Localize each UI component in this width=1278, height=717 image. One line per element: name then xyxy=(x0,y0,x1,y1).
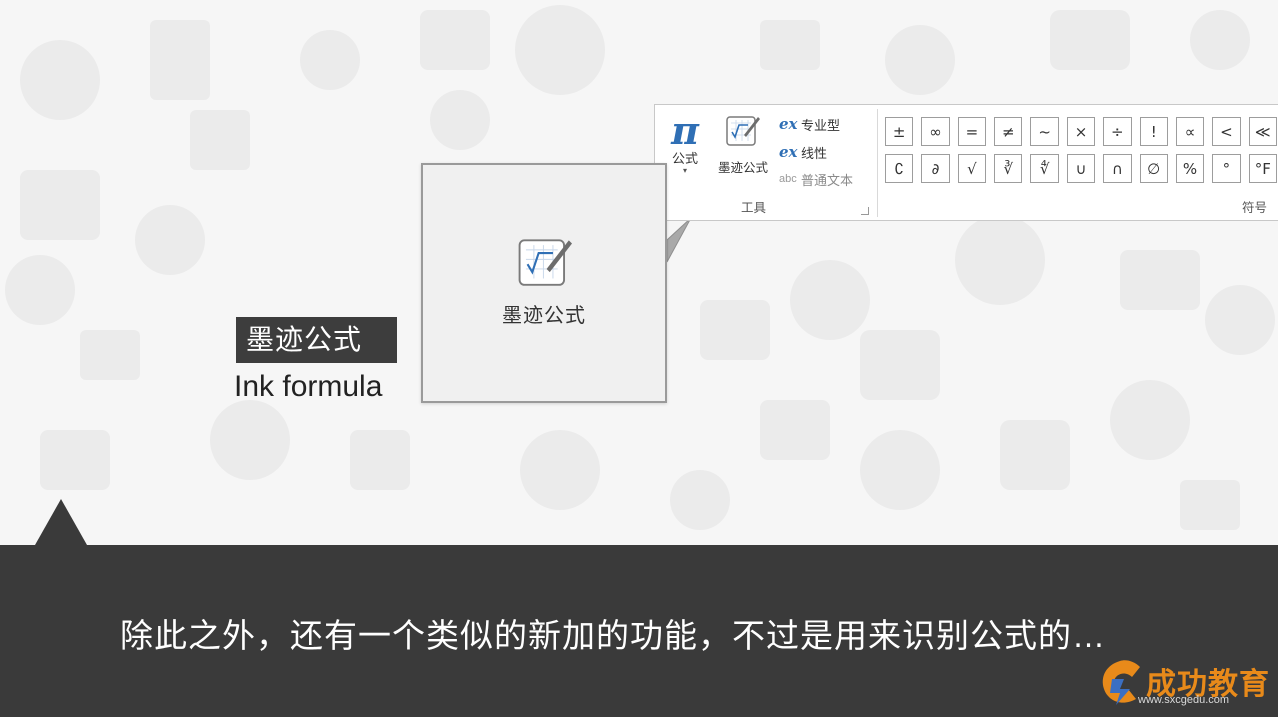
dialog-launcher-icon[interactable] xyxy=(861,207,869,215)
symbol-button[interactable]: < xyxy=(1212,117,1241,146)
ink-equation-label: 墨迹公式 xyxy=(717,161,768,175)
symbol-button[interactable]: °F xyxy=(1248,154,1277,183)
linear-label: 线性 xyxy=(801,145,828,161)
symbol-button[interactable]: ∅ xyxy=(1139,154,1168,183)
abc-icon: abc xyxy=(779,173,797,185)
linear-option[interactable]: ex 线性 xyxy=(779,141,827,163)
symbol-button[interactable]: ∂ xyxy=(921,154,950,183)
subtitle-bar: 除此之外，还有一个类似的新加的功能，不过是用来识别公式的… 成功教育 www.s… xyxy=(0,545,1278,717)
professional-format-icon: ex xyxy=(779,115,798,133)
symbols-row-2: ∁ ∂ √ ∛ ∜ ∪ ∩ ∅% ° °F xyxy=(885,154,1278,185)
chinese-caption: 墨迹公式 xyxy=(236,317,397,363)
symbol-button[interactable]: ∞ xyxy=(921,117,950,146)
symbols-group-title: 符号 xyxy=(1242,201,1268,215)
ink-equation-icon xyxy=(726,116,760,146)
symbol-button[interactable]: √ xyxy=(957,154,987,183)
symbol-button[interactable]: ± xyxy=(885,117,914,146)
linear-format-icon: ex xyxy=(779,143,798,161)
symbol-button[interactable]: ∛ xyxy=(994,154,1023,183)
bar-pointer xyxy=(35,499,87,545)
symbol-button[interactable]: ≪ xyxy=(1248,117,1277,146)
professional-option[interactable]: ex 专业型 xyxy=(779,113,840,135)
tools-group-title: 工具 xyxy=(741,201,767,215)
tools-group: π 公式 ▾ 墨迹公式 ex 专业型 ex 线性 abc 普通文本 工具 xyxy=(655,105,877,220)
symbol-button[interactable]: = xyxy=(957,117,987,146)
english-caption: Ink formula xyxy=(234,370,383,403)
symbol-button[interactable]: ∁ xyxy=(885,154,914,183)
chevron-down-icon: ▾ xyxy=(682,166,687,175)
symbol-button[interactable]: ÷ xyxy=(1103,117,1132,146)
ink-equation-zoom: 墨迹公式 xyxy=(421,163,667,403)
group-divider xyxy=(877,109,878,217)
brand-logo: 成功教育 www.sxcgedu.com xyxy=(1098,659,1278,717)
symbol-button[interactable]: ~ xyxy=(1030,117,1059,146)
symbol-button[interactable]: ∝ xyxy=(1175,117,1205,146)
symbol-button[interactable]: × xyxy=(1066,117,1096,146)
symbol-button[interactable]: ° xyxy=(1212,154,1241,183)
ink-equation-button[interactable]: 墨迹公式 xyxy=(711,113,775,183)
pi-icon: π xyxy=(671,108,699,153)
symbol-button[interactable]: ∩ xyxy=(1103,154,1132,183)
logo-url: www.sxcgedu.com xyxy=(1138,694,1230,706)
symbol-button[interactable]: % xyxy=(1175,154,1205,183)
professional-label: 专业型 xyxy=(801,117,841,133)
symbol-button[interactable]: ≠ xyxy=(994,117,1023,146)
ink-equation-icon-large xyxy=(518,239,572,286)
subtitle-text: 除此之外，还有一个类似的新加的功能，不过是用来识别公式的… xyxy=(120,617,1106,654)
zoom-label: 墨迹公式 xyxy=(502,305,586,327)
symbol-button[interactable]: ! xyxy=(1139,117,1168,146)
equation-button[interactable]: π 公式 ▾ xyxy=(665,111,705,181)
normal-text-option[interactable]: abc 普通文本 xyxy=(779,168,853,190)
normal-text-label: 普通文本 xyxy=(801,172,854,188)
symbol-button[interactable]: ∪ xyxy=(1066,154,1096,183)
symbol-button[interactable]: ∜ xyxy=(1030,154,1059,183)
equation-button-label: 公式 xyxy=(671,151,698,166)
symbols-row-1: ± ∞ = ≠ ~ × ÷! ∝ < ≪ xyxy=(885,117,1278,148)
logo-mark-icon xyxy=(1102,660,1140,705)
equation-ribbon: π 公式 ▾ 墨迹公式 ex 专业型 ex 线性 abc 普通文本 工具 ± ∞… xyxy=(654,104,1278,221)
symbols-gallery: ± ∞ = ≠ ~ × ÷! ∝ < ≪ ∁ ∂ √ ∛ ∜ ∪ ∩ ∅% ° °F xyxy=(885,117,1278,191)
